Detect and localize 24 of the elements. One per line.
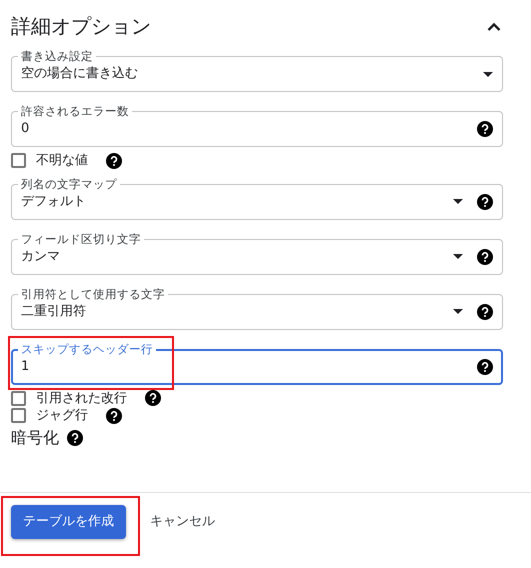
help-icon[interactable] <box>67 430 83 446</box>
dropdown-arrow-icon[interactable] <box>453 254 463 259</box>
checkbox-label[interactable]: 不明な値 <box>36 151 88 170</box>
checkbox[interactable] <box>11 153 26 168</box>
checkbox[interactable] <box>11 390 26 406</box>
checkbox-label[interactable]: ジャグ行 <box>36 406 88 426</box>
help-icon[interactable] <box>106 152 122 169</box>
section-label: 暗号化 <box>11 426 59 448</box>
help-icon[interactable] <box>477 121 493 137</box>
chevron-up-icon[interactable] <box>487 22 501 30</box>
help-icon[interactable] <box>145 390 161 406</box>
help-icon[interactable] <box>106 408 122 424</box>
dropdown-arrow-icon[interactable] <box>453 199 463 204</box>
cancel-button[interactable]: キャンセル <box>150 505 215 538</box>
checkbox[interactable] <box>11 408 26 424</box>
dropdown-arrow-icon[interactable] <box>453 309 463 314</box>
help-icon[interactable] <box>477 304 493 320</box>
section-title: 詳細オプション <box>11 14 151 38</box>
help-icon[interactable] <box>477 248 493 264</box>
dropdown-arrow-icon[interactable] <box>483 72 493 76</box>
create-table-button[interactable]: テーブルを作成 <box>11 505 126 538</box>
checkbox-label[interactable]: 引用された改行 <box>36 388 127 408</box>
help-icon[interactable] <box>477 358 493 374</box>
help-icon[interactable] <box>477 194 493 210</box>
